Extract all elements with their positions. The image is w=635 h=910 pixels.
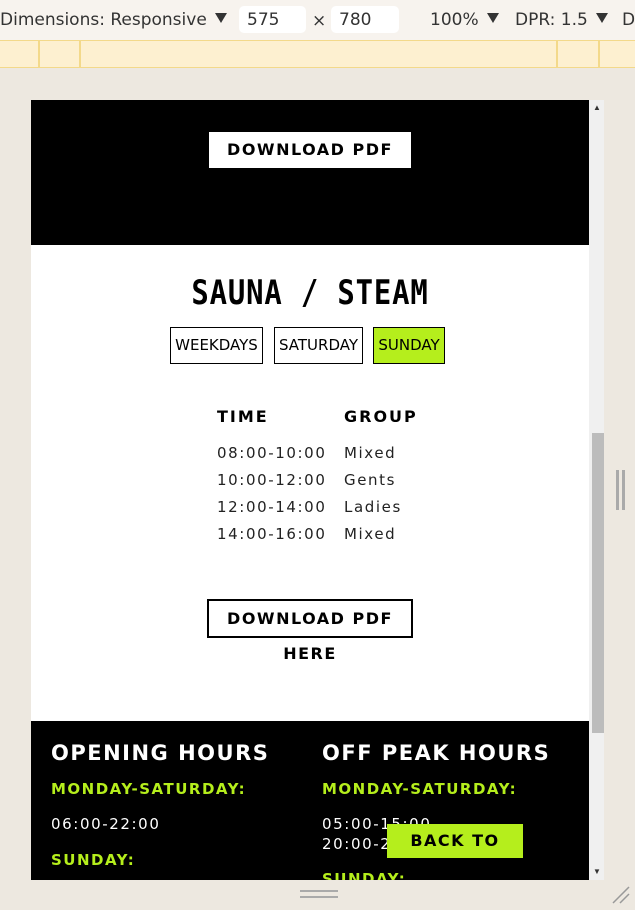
schedule-row: 08:00-10:00 Mixed bbox=[217, 444, 477, 471]
scroll-thumb[interactable] bbox=[592, 433, 604, 733]
page-viewport: DOWNLOAD PDF HERE SAUNA / STEAM WEEKDAYS… bbox=[31, 100, 589, 880]
tab-saturday[interactable]: SATURDAY bbox=[274, 327, 363, 364]
schedule-row: 10:00-12:00 Gents bbox=[217, 471, 477, 498]
dimensions-label: Dimensions: Responsive bbox=[0, 10, 207, 30]
group-column-header: GROUP bbox=[344, 407, 418, 426]
chevron-down-icon bbox=[595, 13, 608, 23]
time-column-header: TIME bbox=[217, 407, 269, 426]
opening-hours-title: OPENING HOURS bbox=[51, 741, 270, 765]
dpr-dropdown[interactable]: DPR: 1.5 bbox=[515, 10, 608, 30]
width-input[interactable]: 575 bbox=[239, 6, 306, 33]
off-peak-title: OFF PEAK HOURS bbox=[322, 741, 551, 765]
schedule-group: Ladies bbox=[344, 498, 402, 516]
height-input[interactable]: 780 bbox=[331, 6, 399, 33]
schedule-time: 14:00-16:00 bbox=[217, 525, 327, 543]
schedule-row: 12:00-14:00 Ladies bbox=[217, 498, 477, 525]
ruler-divider bbox=[38, 41, 40, 68]
schedule-group: Mixed bbox=[344, 444, 397, 462]
tab-weekdays[interactable]: WEEKDAYS bbox=[170, 327, 263, 364]
ruler-divider bbox=[556, 41, 558, 68]
dimensions-dropdown[interactable]: Dimensions: Responsive bbox=[0, 10, 227, 30]
ruler-divider bbox=[598, 41, 600, 68]
download-pdf-button[interactable]: DOWNLOAD PDF HERE bbox=[209, 132, 411, 195]
opening-sunday-label: SUNDAY: bbox=[51, 851, 136, 869]
schedule-time: 12:00-14:00 bbox=[217, 498, 327, 516]
opening-mon-sat-label: MONDAY-SATURDAY: bbox=[51, 780, 247, 798]
sauna-steam-section: SAUNA / STEAM WEEKDAYS SATURDAY SUNDAY T… bbox=[31, 245, 589, 721]
footer-hours: OPENING HOURS MONDAY-SATURDAY: 06:00-22:… bbox=[31, 721, 589, 880]
overflow-label: D bbox=[622, 10, 635, 30]
scroll-up-icon[interactable]: ▲ bbox=[593, 103, 601, 112]
scroll-down-icon[interactable]: ▼ bbox=[593, 867, 601, 876]
media-query-ruler[interactable] bbox=[0, 40, 635, 68]
devtools-toolbar: Dimensions: Responsive 575 × 780 100% DP… bbox=[0, 0, 635, 40]
schedule-group: Gents bbox=[344, 471, 397, 489]
page-scrollbar[interactable]: ▲ ▼ bbox=[589, 100, 604, 880]
resize-handle-bottom[interactable] bbox=[300, 890, 340, 900]
schedule-time: 10:00-12:00 bbox=[217, 471, 327, 489]
times-sign: × bbox=[312, 11, 327, 31]
schedule-time: 08:00-10:00 bbox=[217, 444, 327, 462]
zoom-label: 100% bbox=[430, 10, 479, 30]
chevron-down-icon bbox=[214, 13, 227, 23]
section-title: SAUNA / STEAM bbox=[191, 273, 429, 313]
resize-corner-icon[interactable] bbox=[611, 885, 631, 905]
hero-section: DOWNLOAD PDF HERE bbox=[31, 100, 589, 245]
chevron-down-icon bbox=[486, 13, 499, 23]
tab-sunday[interactable]: SUNDAY bbox=[373, 327, 445, 364]
back-to-top-button[interactable]: BACK TO TOP bbox=[387, 824, 523, 880]
schedule-row: 14:00-16:00 Mixed bbox=[217, 525, 477, 552]
ruler-divider bbox=[79, 41, 81, 68]
schedule-group: Mixed bbox=[344, 525, 397, 543]
resize-handle-right[interactable] bbox=[616, 470, 628, 510]
offpeak-mon-sat-label: MONDAY-SATURDAY: bbox=[322, 780, 518, 798]
offpeak-sunday-label: SUNDAY: bbox=[322, 870, 407, 880]
download-pdf-button[interactable]: DOWNLOAD PDF HERE bbox=[207, 599, 413, 663]
dpr-label: DPR: 1.5 bbox=[515, 10, 588, 30]
zoom-dropdown[interactable]: 100% bbox=[430, 10, 499, 30]
opening-mon-sat-value: 06:00-22:00 bbox=[51, 815, 161, 833]
